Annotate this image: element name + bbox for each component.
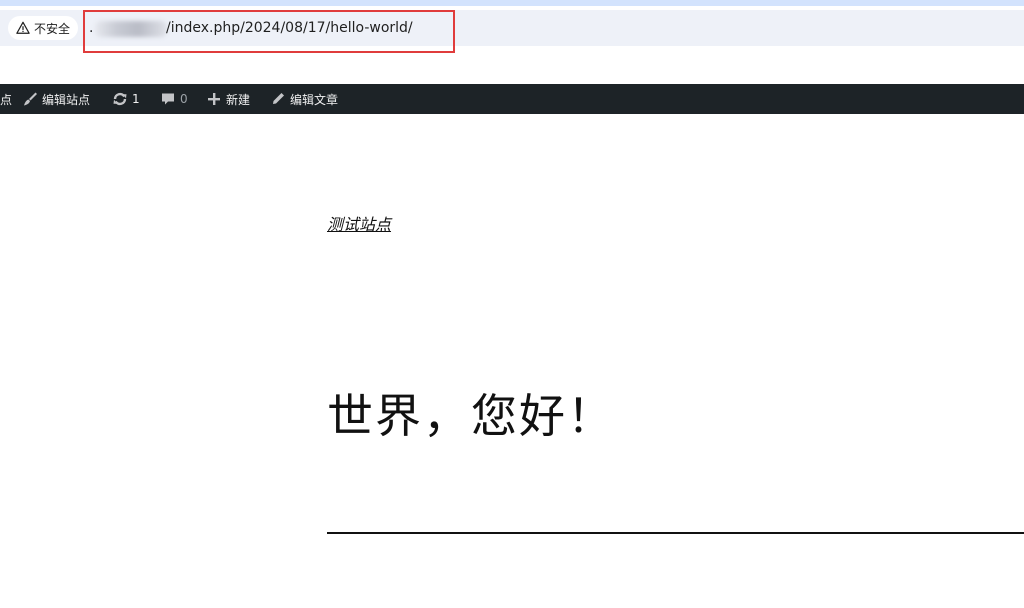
comment-icon bbox=[162, 93, 174, 105]
admin-bar-edit-site[interactable]: 编辑站点 bbox=[22, 84, 90, 114]
site-name-fragment: 点 bbox=[0, 92, 13, 107]
security-label: 不安全 bbox=[34, 21, 71, 36]
post-title: 世界，您好！ bbox=[327, 389, 615, 443]
admin-bar-updates[interactable]: 1 bbox=[112, 84, 140, 114]
edit-post-label: 编辑文章 bbox=[290, 92, 339, 107]
edit-site-label: 编辑站点 bbox=[42, 92, 91, 107]
url-host-redacted bbox=[95, 21, 167, 37]
wp-admin-bar: 点 编辑站点 1 0 新建 编辑文章 bbox=[0, 84, 1024, 114]
security-indicator[interactable]: 不安全 bbox=[8, 16, 79, 40]
site-title-link[interactable]: 测试站点 bbox=[327, 211, 391, 235]
plus-icon bbox=[208, 93, 220, 105]
updates-icon bbox=[113, 92, 127, 106]
new-label: 新建 bbox=[226, 92, 251, 107]
comments-count: 0 bbox=[180, 92, 188, 106]
pencil-icon bbox=[273, 93, 284, 104]
url-path[interactable]: /index.php/2024/08/17/hello-world/ bbox=[166, 18, 413, 38]
admin-bar-site-name[interactable]: 点 bbox=[0, 84, 12, 114]
updates-count: 1 bbox=[132, 92, 140, 106]
url-dot: . bbox=[89, 20, 94, 36]
warning-triangle-icon bbox=[16, 21, 30, 34]
admin-bar-edit-post[interactable]: 编辑文章 bbox=[270, 84, 338, 114]
admin-bar-comments[interactable]: 0 bbox=[160, 84, 188, 114]
browser-top-strip bbox=[0, 0, 1024, 6]
content-separator bbox=[327, 532, 1024, 534]
admin-bar-new[interactable]: 新建 bbox=[206, 84, 250, 114]
customize-brush-icon bbox=[24, 92, 37, 106]
